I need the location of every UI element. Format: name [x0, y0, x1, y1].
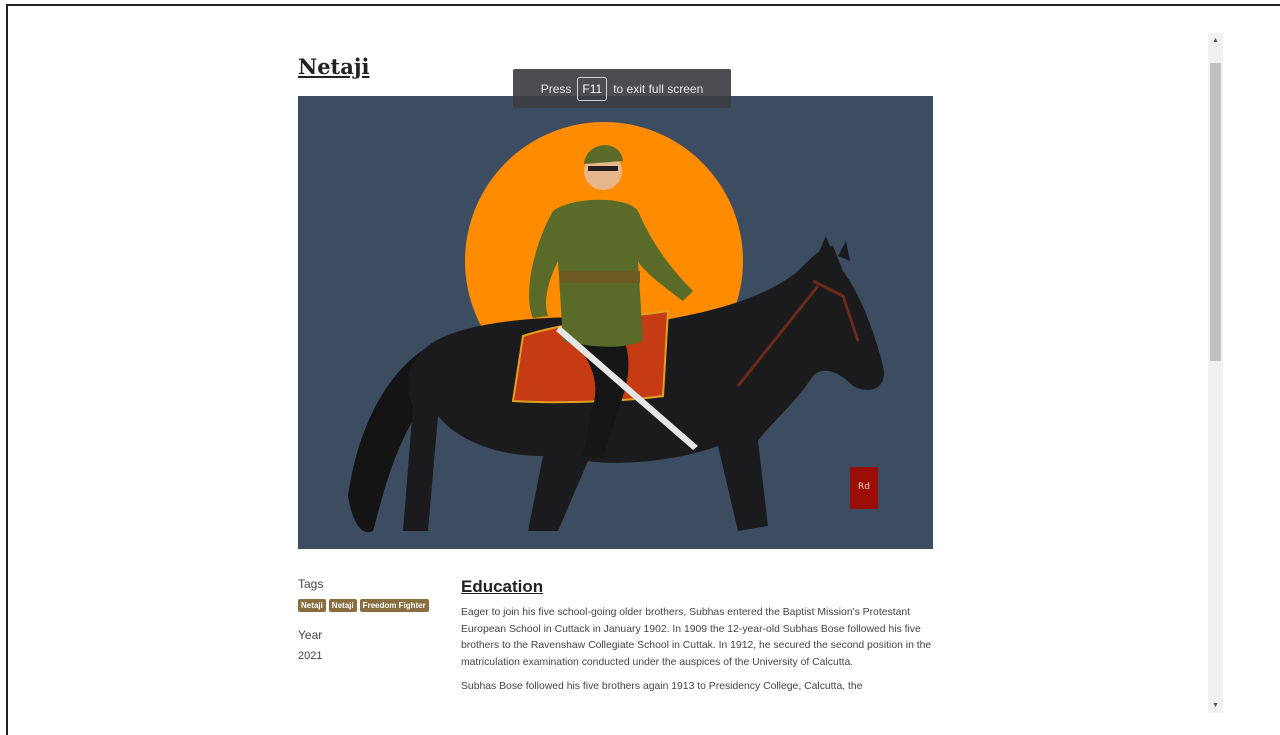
tag-list: Netaji Netaji Freedom Fighter: [298, 599, 448, 612]
year-label: Year: [298, 628, 323, 642]
year-value: 2021: [298, 650, 323, 662]
tag-chip[interactable]: Netaji: [328, 599, 357, 612]
rider-belt: [560, 271, 640, 283]
page-title: Netaji: [298, 54, 370, 79]
hero-illustration: Rd: [348, 122, 884, 533]
vertical-scrollbar[interactable]: ▲ ▼: [1208, 33, 1223, 713]
section-heading: Education: [461, 577, 544, 596]
meta-sidebar: Tags Netaji Netaji Freedom Fighter Year …: [298, 577, 448, 662]
article-paragraph: Eager to join his five school-going olde…: [461, 607, 932, 668]
article-body: Education Eager to join his five school-…: [461, 577, 936, 704]
scroll-up-arrow-icon[interactable]: ▲: [1208, 33, 1223, 48]
tag-chip[interactable]: Netaji: [298, 599, 326, 612]
tags-label: Tags: [298, 577, 324, 591]
article-paragraph: Subhas Bose followed his five brothers a…: [461, 681, 863, 693]
hero-image: Rd: [298, 96, 933, 549]
tag-chip[interactable]: Freedom Fighter: [359, 599, 429, 612]
fullscreen-notice: Press F11 to exit full screen: [513, 69, 731, 108]
fullscreen-notice-before: Press: [540, 81, 572, 96]
f11-key: F11: [577, 76, 608, 101]
scroll-thumb[interactable]: [1210, 63, 1221, 361]
scroll-down-arrow-icon[interactable]: ▼: [1208, 698, 1223, 713]
artist-stamp-text: Rd: [858, 482, 870, 492]
fullscreen-notice-after: to exit full screen: [613, 81, 704, 96]
rider-glasses: [588, 166, 618, 171]
